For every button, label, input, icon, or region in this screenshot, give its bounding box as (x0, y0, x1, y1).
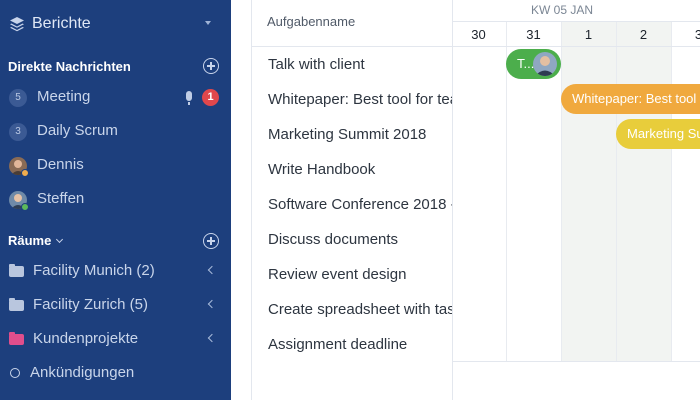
status-online-icon (21, 203, 29, 211)
chevron-left-icon (207, 299, 217, 309)
task-list: Aufgabenname Talk with client Whitepaper… (251, 0, 453, 400)
sidebar-item-dennis[interactable]: Dennis (0, 150, 231, 180)
task-row[interactable]: Write Handbook (252, 152, 452, 187)
sidebar-item-label: Ankündigungen (30, 364, 135, 381)
sidebar-item-label: Facility Munich (2) (33, 262, 155, 279)
avatar (533, 52, 557, 76)
task-row[interactable]: Assignment deadline (252, 327, 452, 362)
gantt-bar-label: Whitepaper: Best tool for team (572, 91, 700, 106)
sidebar-item-label: Dennis (37, 156, 84, 173)
task-name: Discuss documents (268, 231, 399, 248)
divider (452, 46, 700, 47)
member-count: 5 (9, 89, 27, 107)
sidebar-item-kundenprojekte[interactable]: Kundenprojekte (0, 324, 231, 354)
day-label: 2 (639, 27, 648, 42)
sidebar-item-steffen[interactable]: Steffen (0, 184, 231, 214)
day-column (671, 22, 700, 361)
caret-down-icon (205, 21, 211, 25)
rooms-heading-label: Räume (8, 233, 52, 248)
task-row[interactable]: Create spreadsheet with tasks (252, 292, 452, 327)
task-row[interactable]: Software Conference 2018 - Berlin (252, 187, 452, 222)
reports-dropdown[interactable]: Berichte (0, 0, 231, 48)
task-name: Talk with client (268, 56, 365, 73)
sidebar-item-facility-zurich[interactable]: Facility Zurich (5) (0, 290, 231, 320)
gantt-bar-talk-with-client[interactable]: T... (506, 49, 561, 79)
folder-icon (9, 298, 24, 311)
gantt-bar-marketing-summit[interactable]: Marketing Summit 2018 (616, 119, 700, 149)
unread-badge: 1 (202, 89, 219, 106)
day-column-weekend (561, 22, 617, 361)
task-name: Assignment deadline (268, 336, 408, 353)
add-room-icon[interactable] (203, 233, 219, 249)
channel-icon (10, 368, 20, 378)
task-row[interactable]: Talk with client (252, 47, 452, 82)
sidebar: Berichte Direkte Nachrichten 5 Meeting 1… (0, 0, 231, 400)
folder-icon (9, 264, 24, 277)
task-name: Write Handbook (268, 161, 376, 178)
sidebar-item-label: Kundenprojekte (33, 330, 139, 347)
sidebar-title: Berichte (32, 15, 91, 32)
day-label: 1 (584, 27, 593, 42)
task-column-header-label: Aufgabenname (267, 14, 356, 29)
mic-icon (186, 91, 192, 105)
day-column-weekend (616, 22, 672, 361)
sidebar-item-label: Meeting (37, 88, 91, 105)
member-count: 3 (9, 123, 27, 141)
task-name: Create spreadsheet with tasks (268, 301, 453, 318)
day-label: 30 (471, 27, 486, 42)
task-column-header[interactable]: Aufgabenname (252, 0, 452, 47)
chevron-down-icon (56, 235, 64, 244)
gantt-timeline: KW 05 JAN 30 31 1 2 3 T... Whitepaper: B… (452, 0, 700, 400)
task-name: Whitepaper: Best tool for team (268, 91, 453, 108)
task-name: Marketing Summit 2018 (268, 126, 427, 143)
sidebar-item-meeting[interactable]: 5 Meeting 1 (0, 82, 231, 112)
stack-icon (10, 17, 24, 32)
sidebar-item-facility-munich[interactable]: Facility Munich (2) (0, 256, 231, 286)
task-row[interactable]: Discuss documents (252, 222, 452, 257)
status-away-icon (21, 169, 29, 177)
day-label: 3 (694, 27, 700, 42)
divider (452, 21, 700, 22)
gantt-bar-label: Marketing Summit 2018 (627, 126, 700, 141)
rooms-heading[interactable]: Räume (8, 233, 64, 248)
task-row[interactable]: Whitepaper: Best tool for team (252, 82, 452, 117)
folder-icon (9, 332, 24, 345)
chevron-left-icon (207, 265, 217, 275)
sidebar-item-label: Facility Zurich (5) (33, 296, 149, 313)
chevron-left-icon (207, 333, 217, 343)
task-name: Review event design (268, 266, 407, 283)
gantt-bar-whitepaper[interactable]: Whitepaper: Best tool for team (561, 84, 700, 114)
sidebar-item-label: Daily Scrum (37, 122, 118, 139)
task-row[interactable]: Review event design (252, 257, 452, 292)
task-row[interactable]: Marketing Summit 2018 (252, 117, 452, 152)
direct-messages-heading: Direkte Nachrichten (8, 59, 131, 74)
day-label: 31 (526, 27, 541, 42)
task-name: Software Conference 2018 - Berlin (268, 196, 452, 213)
sidebar-item-ankuendigungen[interactable]: Ankündigungen (0, 358, 231, 388)
week-label: KW 05 JAN (531, 3, 594, 17)
sidebar-item-label: Steffen (37, 190, 85, 207)
divider (452, 361, 700, 362)
add-direct-message-icon[interactable] (203, 58, 219, 74)
sidebar-item-daily-scrum[interactable]: 3 Daily Scrum (0, 116, 231, 146)
gantt-bar-label: T... (517, 56, 535, 71)
day-column (452, 22, 507, 361)
